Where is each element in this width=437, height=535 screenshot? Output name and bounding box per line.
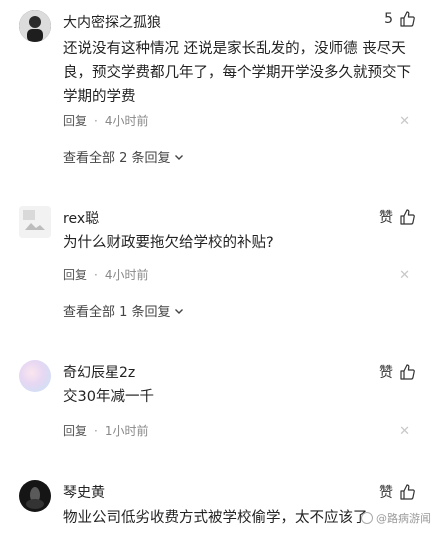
- expand-replies-button[interactable]: 查看全部 1 条回复: [63, 301, 184, 320]
- comment-meta: 回复 · 4小时前: [63, 266, 148, 283]
- expand-replies-label: 查看全部 2 条回复: [63, 151, 171, 166]
- avatar[interactable]: [19, 10, 51, 42]
- close-icon[interactable]: ✕: [399, 268, 410, 283]
- avatar[interactable]: [19, 360, 51, 392]
- like-button[interactable]: 赞: [379, 362, 415, 382]
- username[interactable]: 琴史黄: [63, 482, 105, 502]
- avatar[interactable]: [19, 480, 51, 512]
- expand-replies-button[interactable]: 查看全部 2 条回复: [63, 147, 184, 166]
- thumbs-up-icon: [400, 364, 415, 380]
- comment-item: 大内密探之孤狼 5 还说没有这种情况 还说是家长乱发的，没师德 丧尽天良，预交学…: [0, 0, 437, 190]
- comment-meta: 回复 · 4小时前: [63, 112, 148, 129]
- chevron-down-icon: [174, 308, 183, 314]
- separator-dot: ·: [94, 113, 98, 128]
- timestamp: 1小时前: [104, 424, 149, 438]
- thumbs-up-icon: [400, 209, 415, 225]
- comment-item: 奇幻辰星2z 赞 交30年减一千 回复 · 1小时前 ✕: [0, 345, 437, 470]
- avatar[interactable]: [19, 206, 51, 238]
- chevron-down-icon: [174, 154, 183, 160]
- timestamp: 4小时前: [104, 114, 149, 128]
- username[interactable]: rex聪: [63, 208, 99, 228]
- expand-replies-label: 查看全部 1 条回复: [63, 305, 171, 320]
- thumbs-up-icon: [400, 484, 415, 500]
- comment-meta: 回复 · 1小时前: [63, 422, 148, 439]
- watermark-text: @路病游闻: [376, 512, 431, 525]
- reply-button[interactable]: 回复: [63, 112, 87, 129]
- like-label: 赞: [379, 365, 393, 381]
- timestamp: 4小时前: [104, 268, 149, 282]
- watermark: @路病游闻: [361, 510, 431, 526]
- like-button[interactable]: 赞: [379, 207, 415, 227]
- like-label: 赞: [379, 485, 393, 501]
- thumbs-up-icon: [400, 11, 415, 27]
- reply-button[interactable]: 回复: [63, 266, 87, 283]
- username[interactable]: 大内密探之孤狼: [63, 12, 161, 32]
- like-button[interactable]: 赞: [379, 482, 415, 502]
- close-icon[interactable]: ✕: [399, 424, 410, 439]
- username[interactable]: 奇幻辰星2z: [63, 362, 135, 382]
- close-icon[interactable]: ✕: [399, 114, 410, 129]
- like-button[interactable]: 5: [384, 11, 415, 27]
- like-count: 5: [384, 11, 393, 27]
- comment-item: rex聪 赞 为什么财政要拖欠给学校的补贴? 回复 · 4小时前 ✕ 查看全部 …: [0, 190, 437, 345]
- watermark-icon: [361, 512, 373, 524]
- comment-text: 交30年减一千: [63, 389, 154, 405]
- separator-dot: ·: [94, 423, 98, 438]
- like-label: 赞: [379, 210, 393, 226]
- comment-text: 为什么财政要拖欠给学校的补贴?: [63, 235, 274, 251]
- reply-button[interactable]: 回复: [63, 422, 87, 439]
- comment-text: 还说没有这种情况 还说是家长乱发的，没师德 丧尽天良，预交学费都几年了，每个学期…: [63, 41, 411, 105]
- separator-dot: ·: [94, 267, 98, 282]
